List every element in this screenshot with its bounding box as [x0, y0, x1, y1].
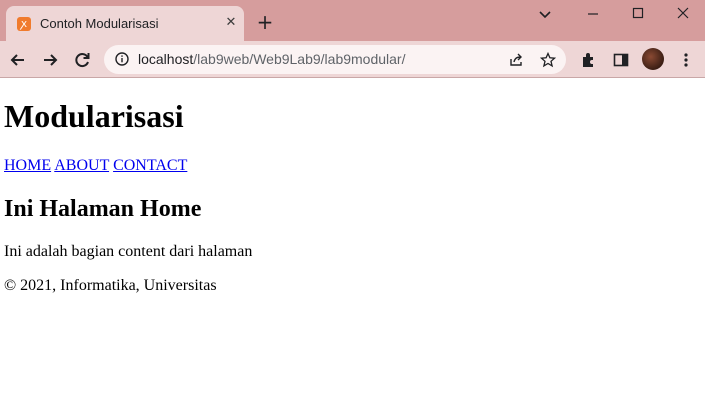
nav-link-about[interactable]: ABOUT — [54, 157, 109, 174]
more-menu-icon[interactable] — [677, 51, 695, 69]
reload-icon — [75, 53, 90, 68]
bookmark-star-icon[interactable] — [540, 52, 556, 68]
browser-tab[interactable]: ꭗ Contoh Modularisasi ✕ — [6, 6, 244, 41]
maximize-button[interactable] — [626, 4, 650, 24]
forward-button[interactable] — [40, 50, 60, 70]
tab-title: Contoh Modularisasi — [40, 16, 159, 31]
back-arrow-icon — [10, 54, 24, 66]
nav-link-home[interactable]: HOME — [4, 157, 51, 174]
browser-titlebar: ꭗ Contoh Modularisasi ✕ + — [0, 0, 705, 41]
minimize-button[interactable] — [581, 4, 605, 24]
new-tab-button[interactable]: + — [255, 12, 275, 32]
browser-toolbar: localhost/lab9web/Web9Lab9/lab9modular/ — [0, 41, 705, 78]
chevron-down-icon — [539, 11, 551, 19]
footer-text: © 2021, Informatika, Universitas — [4, 277, 217, 294]
close-window-button[interactable] — [671, 4, 695, 24]
side-panel-icon[interactable] — [612, 51, 630, 69]
back-button[interactable] — [8, 50, 28, 70]
address-bar[interactable]: localhost/lab9web/Web9Lab9/lab9modular/ — [104, 45, 566, 74]
close-tab-icon[interactable]: ✕ — [222, 14, 240, 32]
close-icon — [677, 7, 689, 19]
content-text: Ini adalah bagian content dari halaman — [4, 243, 253, 260]
nav-link-contact[interactable]: CONTACT — [113, 157, 187, 174]
profile-avatar[interactable] — [642, 48, 664, 70]
info-icon[interactable] — [115, 52, 129, 66]
section-heading: Ini Halaman Home — [4, 196, 202, 222]
url-host: localhost — [138, 51, 194, 67]
xampp-favicon-icon: ꭗ — [17, 17, 31, 31]
reload-button[interactable] — [72, 50, 92, 70]
maximize-icon — [632, 7, 644, 19]
share-icon[interactable] — [508, 52, 524, 68]
extensions-puzzle-icon[interactable] — [580, 51, 598, 69]
tab-search-button[interactable] — [533, 4, 557, 24]
main-nav: HOME ABOUT CONTACT — [4, 157, 187, 175]
url-text: localhost/lab9web/Web9Lab9/lab9modular/ — [138, 51, 406, 67]
minimize-icon — [588, 13, 598, 15]
page-title: Modularisasi — [4, 98, 184, 134]
forward-arrow-icon — [44, 54, 58, 66]
url-path: /lab9web/Web9Lab9/lab9modular/ — [193, 51, 406, 67]
